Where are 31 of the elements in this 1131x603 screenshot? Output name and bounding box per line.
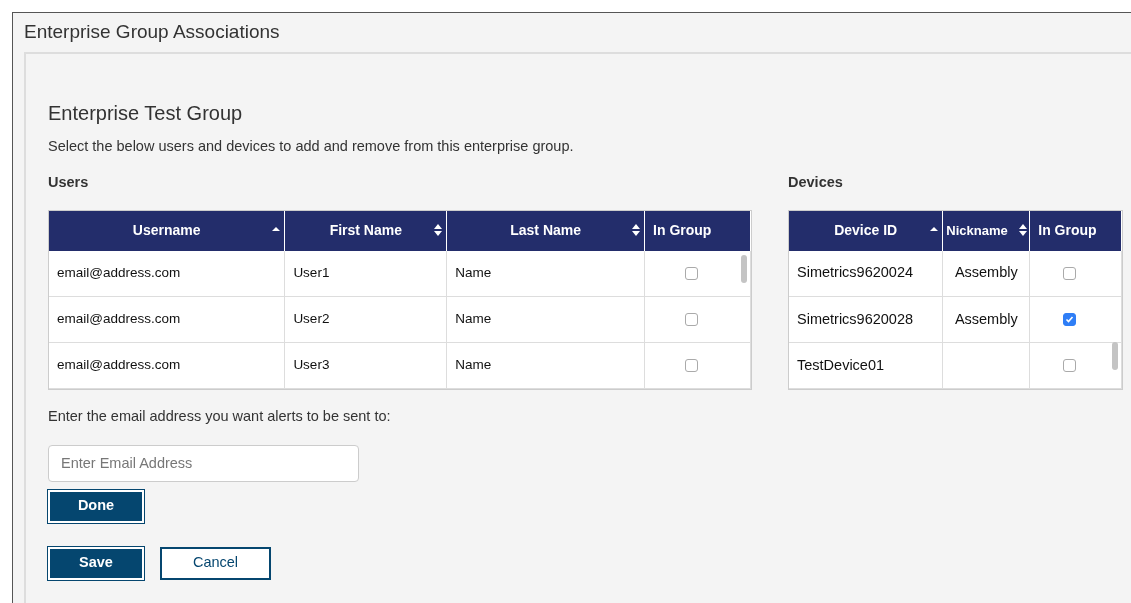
- table-cell: TestDevice01: [789, 342, 943, 389]
- table-cell: Simetrics9620028: [789, 296, 943, 343]
- column-header[interactable]: First Name: [284, 210, 447, 251]
- table-cell: email@address.com: [49, 250, 285, 297]
- table-cell: User2: [284, 296, 447, 343]
- table-cell: Name: [446, 296, 645, 343]
- column-header[interactable]: Device ID: [789, 210, 943, 251]
- cancel-button[interactable]: Cancel: [160, 546, 271, 580]
- group-title: Enterprise Test Group: [48, 101, 244, 126]
- column-header[interactable]: In Group: [644, 210, 751, 251]
- table-cell: Assembly: [942, 250, 1030, 297]
- email-field[interactable]: Enter Email Address: [48, 444, 359, 482]
- alerts-label: Enter the email address you want alerts to be sent to:: [48, 407, 392, 426]
- column-header[interactable]: Username: [49, 210, 285, 251]
- table-cell: Simetrics9620024: [789, 250, 943, 297]
- section-heading: Devices: [788, 172, 844, 192]
- description: Select the below users and devices to add and remove from this enterprise group.: [48, 137, 575, 156]
- column-header[interactable]: In Group: [1029, 210, 1122, 251]
- done-button[interactable]: Done: [48, 489, 144, 523]
- table-cell: User1: [284, 250, 447, 297]
- save-button[interactable]: Save: [48, 546, 144, 580]
- column-header[interactable]: Nickname: [942, 210, 1030, 251]
- column-header[interactable]: Last Name: [446, 210, 645, 251]
- table-cell: Assembly: [942, 296, 1030, 343]
- table-cell: User3: [284, 342, 447, 389]
- table-cell: email@address.com: [49, 296, 285, 343]
- table-cell: email@address.com: [49, 342, 285, 389]
- window-title: Enterprise Group Associations: [23, 20, 281, 44]
- table-cell: Name: [446, 342, 645, 389]
- section-heading: Users: [48, 172, 90, 192]
- table-cell: Name: [446, 250, 645, 297]
